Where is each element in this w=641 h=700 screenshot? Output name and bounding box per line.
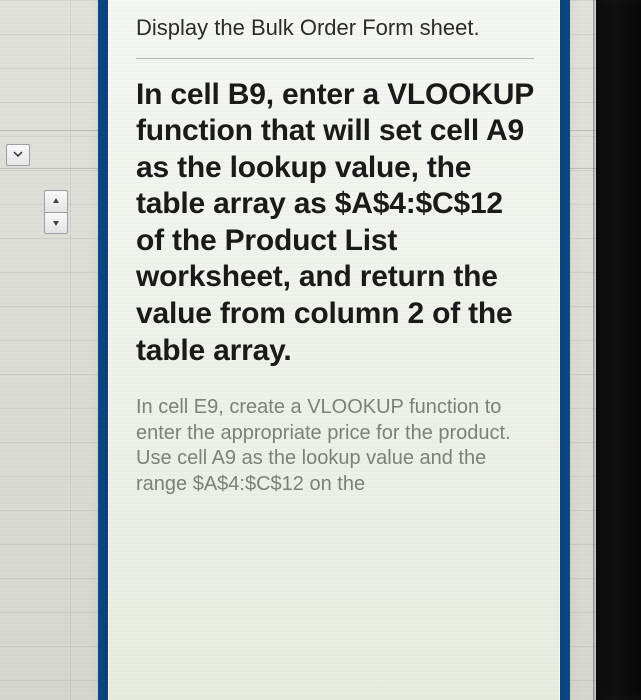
instruction-panel-body: In cell B9, enter a VLOOKUP function tha… [136, 77, 534, 370]
instruction-panel: Display the Bulk Order Form sheet. In ce… [108, 0, 560, 700]
spinner-down[interactable] [44, 212, 68, 235]
instruction-panel-frame: Display the Bulk Order Form sheet. In ce… [98, 0, 570, 700]
instruction-panel-next: In cell E9, create a VLOOKUP function to… [136, 395, 534, 497]
spinner-up[interactable] [44, 190, 68, 212]
divider [136, 58, 534, 59]
instruction-panel-header: Display the Bulk Order Form sheet. [136, 14, 534, 58]
spinner-control[interactable] [44, 190, 68, 234]
monitor-bezel [596, 0, 641, 700]
app-surface: Display the Bulk Order Form sheet. In ce… [0, 0, 596, 700]
triangle-down-icon [52, 214, 60, 232]
photo-of-screen: Display the Bulk Order Form sheet. In ce… [0, 0, 641, 700]
chevron-down-icon [13, 146, 23, 164]
cell-dropdown-button[interactable] [6, 144, 30, 166]
triangle-up-icon [52, 192, 60, 210]
